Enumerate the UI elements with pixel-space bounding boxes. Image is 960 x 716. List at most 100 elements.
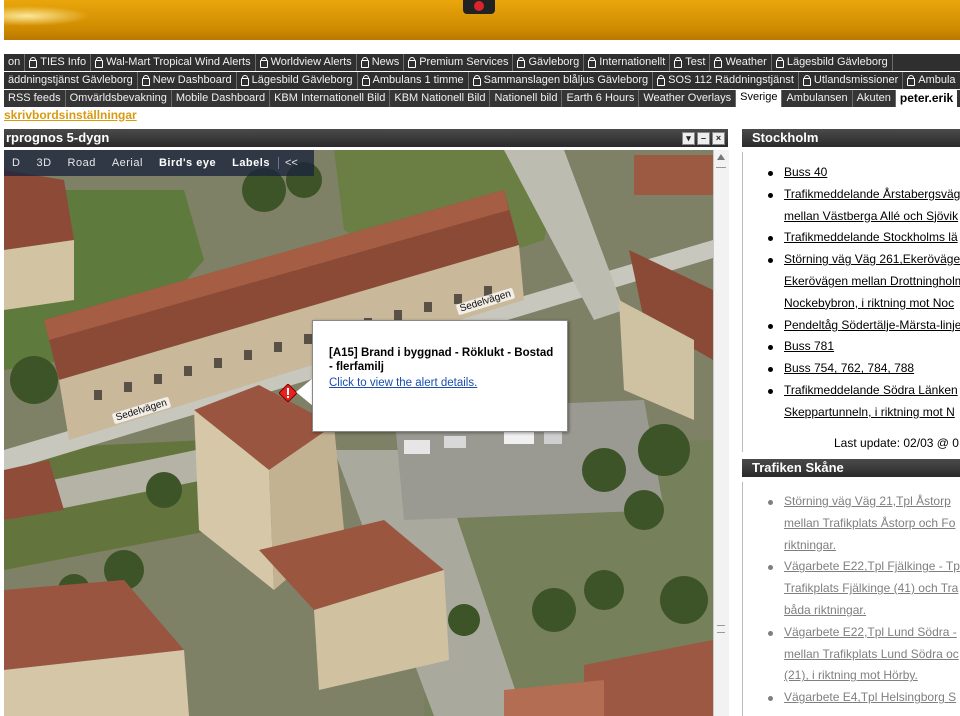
tab[interactable]: Nationell bild: [490, 90, 563, 107]
list-item-link[interactable]: (21), i riktning mot Hörby.: [784, 665, 960, 687]
tab-label: Ambulansen: [786, 92, 848, 104]
lock-icon: [240, 74, 249, 86]
tab[interactable]: Lägesbild Gävleborg: [237, 72, 358, 89]
list-item[interactable]: Störning väg Väg 261,Ekerövägen Ekeröväge…: [743, 249, 960, 314]
list-item-link[interactable]: Störning väg Väg 21,Tpl Åstorp: [784, 491, 960, 513]
list-item-link[interactable]: mellan Trafikplats Lund Södra oc: [784, 644, 960, 666]
bullet-icon: [768, 565, 773, 571]
scroll-up-arrow-icon[interactable]: [717, 154, 725, 160]
tab[interactable]: News: [357, 54, 405, 71]
list-item[interactable]: Vägarbete E22,Tpl Fjälkinge - Tp Trafikpl…: [743, 556, 960, 621]
tab[interactable]: Test: [670, 54, 711, 71]
list-item-link[interactable]: mellan Västberga Allé och Sjövik: [784, 206, 960, 228]
panel-menu-button[interactable]: ▾: [682, 132, 695, 145]
list-item-link[interactable]: Vägarbete E22,Tpl Fjälkinge - Tp: [784, 556, 960, 578]
tab-label: Weather Overlays: [643, 92, 732, 104]
tab-label: Weather: [725, 56, 767, 68]
list-item-link[interactable]: Trafikmeddelande Södra Länken: [784, 380, 960, 402]
list-item-link[interactable]: riktningar.: [784, 535, 960, 557]
list-item-link[interactable]: Nockebybron, i riktning mot Noc: [784, 293, 960, 315]
tab[interactable]: äddningstjänst Gävleborg: [4, 72, 138, 89]
tab[interactable]: Wal-Mart Tropical Wind Alerts: [91, 54, 256, 71]
lock-icon: [472, 74, 481, 86]
toolbar-collapse-button[interactable]: <<: [277, 157, 304, 169]
tab[interactable]: SOS 112 Räddningstjänst: [653, 72, 799, 89]
panel-close-button[interactable]: ×: [712, 132, 725, 145]
tab-label: RSS feeds: [8, 92, 61, 104]
tab[interactable]: Akuten: [853, 90, 896, 107]
user-name[interactable]: peter.erik: [895, 90, 958, 107]
tab[interactable]: Weather: [710, 54, 772, 71]
tab-label: Omvärldsbevakning: [69, 92, 167, 104]
map-scrollbar[interactable]: [713, 150, 729, 716]
map-3d-button[interactable]: 3D: [28, 157, 59, 169]
tab-label: Earth 6 Hours: [566, 92, 635, 104]
list-item-link[interactable]: Vägarbete E22,Tpl Lund Södra -: [784, 622, 960, 644]
list-item-link[interactable]: Trafikmeddelande Årstabergsväg: [784, 184, 960, 206]
tab[interactable]: Omvärldsbevakning: [66, 90, 172, 107]
tab[interactable]: on: [4, 54, 26, 71]
lock-icon: [657, 74, 666, 86]
scrollbar-grip[interactable]: [717, 625, 725, 633]
aerial-map[interactable]: D 3D Road Aerial Bird's eye Labels << Se…: [4, 150, 713, 716]
tab[interactable]: Ambula: [903, 72, 960, 89]
tab[interactable]: Worldview Alerts: [256, 54, 357, 71]
tab[interactable]: Utlandsmissioner: [799, 72, 904, 89]
tab[interactable]: RSS feeds: [4, 90, 66, 107]
tab-label: New Dashboard: [152, 74, 232, 86]
list-item-link[interactable]: Trafikmeddelande Stockholms lä: [784, 227, 960, 249]
list-item-link[interactable]: mellan Trafikplats Åstorp och Fo: [784, 513, 960, 535]
list-item-link[interactable]: Vägarbete E4,Tpl Helsingborg S: [784, 687, 960, 709]
tab[interactable]: Ambulans 1 timme: [358, 72, 469, 89]
list-item-link[interactable]: Buss 40: [784, 162, 960, 184]
list-item-link[interactable]: Skeppartunneln, i riktning mot N: [784, 402, 960, 424]
alert-details-link[interactable]: Click to view the alert details.: [329, 377, 477, 389]
map-2d-button[interactable]: D: [4, 157, 28, 169]
tab[interactable]: Sammanslagen blåljus Gävleborg: [469, 72, 654, 89]
list-item-link[interactable]: Buss 781: [784, 336, 960, 358]
list-item[interactable]: Trafikmeddelande Stockholms lä: [743, 227, 960, 249]
tab[interactable]: KBM Nationell Bild: [390, 90, 491, 107]
map-aerial-button[interactable]: Aerial: [104, 157, 151, 169]
tab[interactable]: Ambulansen: [782, 90, 853, 107]
tab[interactable]: Internationellt: [584, 54, 671, 71]
stockholm-panel: Buss 40 Trafikmeddelande Årstabergsväg mel…: [742, 152, 960, 452]
map-road-button[interactable]: Road: [60, 157, 104, 169]
list-item-link[interactable]: Trafikplats Fjälkinge (41) och Tra: [784, 578, 960, 600]
list-item[interactable]: Pendeltåg Södertälje-Märsta-linje: [743, 315, 960, 337]
tab[interactable]: Mobile Dashboard: [172, 90, 271, 107]
list-item[interactable]: Trafikmeddelande Södra Länken Skeppartunn…: [743, 380, 960, 424]
tab[interactable]: Sverige: [736, 90, 783, 107]
map-labels-button[interactable]: Labels: [224, 157, 278, 169]
list-item-link[interactable]: Pendeltåg Södertälje-Märsta-linje: [784, 315, 960, 337]
list-item-link[interactable]: Buss 754, 762, 784, 788: [784, 358, 960, 380]
tab[interactable]: KBM Internationell Bild: [270, 90, 391, 107]
panel-minimize-button[interactable]: –: [697, 132, 710, 145]
list-item[interactable]: Trafikmeddelande Årstabergsväg mellan Väs…: [743, 184, 960, 228]
tab[interactable]: Gävleborg: [513, 54, 585, 71]
tab[interactable]: TIES Info: [25, 54, 92, 71]
desktop-settings-link[interactable]: skrivbordsinställningar: [4, 108, 137, 122]
logo-icon: [463, 0, 495, 14]
list-item[interactable]: Vägarbete E4,Tpl Helsingborg S: [743, 687, 960, 709]
tab[interactable]: Premium Services: [404, 54, 514, 71]
tab[interactable]: Earth 6 Hours: [562, 90, 640, 107]
tab[interactable]: Weather Overlays: [639, 90, 737, 107]
lock-icon: [95, 56, 104, 68]
list-item-link[interactable]: Ekerövägen mellan Drottningholm: [784, 271, 960, 293]
list-item[interactable]: Buss 781: [743, 336, 960, 358]
map-panel-header: rprognos 5-dygn ▾ – ×: [4, 129, 728, 147]
list-item[interactable]: Buss 754, 762, 784, 788: [743, 358, 960, 380]
list-item[interactable]: Buss 40: [743, 162, 960, 184]
list-item[interactable]: Störning väg Väg 21,Tpl Åstorp mellan Tra…: [743, 491, 960, 556]
list-item-link[interactable]: båda riktningar.: [784, 600, 960, 622]
tab[interactable]: Lägesbild Gävleborg: [772, 54, 893, 71]
lock-icon: [517, 56, 526, 68]
list-item[interactable]: Vägarbete E22,Tpl Lund Södra - mellan Tra…: [743, 622, 960, 687]
tab[interactable]: New Dashboard: [138, 72, 237, 89]
list-item-link[interactable]: Störning väg Väg 261,Ekerövägen: [784, 249, 960, 271]
alert-marker-icon[interactable]: [279, 384, 297, 402]
bullet-icon: [768, 323, 773, 329]
tab-label: Utlandsmissioner: [813, 74, 899, 86]
map-birds-eye-button[interactable]: Bird's eye: [151, 157, 224, 169]
